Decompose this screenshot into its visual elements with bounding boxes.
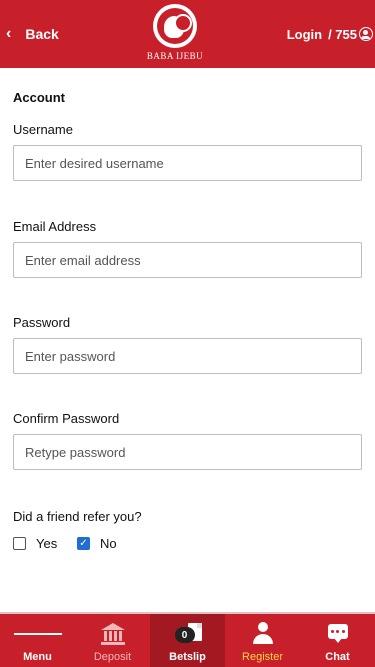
- chevron-left-icon: ‹: [6, 25, 12, 42]
- section-title: Account: [13, 90, 65, 105]
- email-label: Email Address: [13, 219, 97, 234]
- nav-menu-label: Menu: [23, 651, 52, 663]
- betslip-icon: 0: [171, 621, 205, 647]
- logo-text: BABA IJEBU: [146, 51, 204, 61]
- menu-icon: [13, 621, 62, 647]
- password-input[interactable]: [13, 338, 362, 374]
- nav-menu[interactable]: Menu: [0, 614, 75, 667]
- confirm-password-input[interactable]: [13, 434, 362, 470]
- betslip-count-badge: 0: [174, 627, 195, 643]
- back-label: Back: [25, 26, 59, 42]
- nav-betslip[interactable]: 0 Betslip: [150, 614, 225, 667]
- referral-option-no[interactable]: ✓ No: [77, 536, 117, 551]
- nav-chat-label: Chat: [325, 651, 350, 663]
- top-header: ‹ Back BABA IJEBU Login / 755: [0, 0, 375, 68]
- logo-mark-icon: [157, 8, 193, 44]
- nav-register[interactable]: Register: [225, 614, 300, 667]
- login-area: Login / 755: [287, 24, 373, 44]
- nav-deposit-label: Deposit: [93, 651, 132, 663]
- nav-chat[interactable]: Chat: [300, 614, 375, 667]
- password-label: Password: [13, 315, 71, 330]
- no-label: No: [100, 536, 117, 551]
- nav-betslip-label: Betslip: [169, 651, 206, 663]
- login-link[interactable]: Login: [287, 27, 322, 42]
- no-checkbox[interactable]: ✓: [77, 537, 90, 550]
- nav-deposit[interactable]: Deposit: [75, 614, 150, 667]
- chat-icon: [327, 624, 348, 644]
- bottom-nav: Menu Deposit 0 Betslip Register Chat: [0, 612, 375, 667]
- referral-option-yes[interactable]: Yes: [13, 536, 57, 551]
- yes-label: Yes: [36, 536, 58, 551]
- referral-question: Did a friend refer you?: [13, 509, 142, 524]
- bank-icon: [100, 623, 125, 645]
- logo-emblem: [153, 4, 197, 48]
- nav-register-label: Register: [242, 651, 283, 663]
- brand-logo[interactable]: BABA IJEBU: [142, 4, 208, 66]
- yes-checkbox[interactable]: [13, 537, 26, 550]
- confirm-password-label: Confirm Password: [13, 411, 120, 426]
- username-input[interactable]: [13, 145, 362, 181]
- back-button[interactable]: ‹ Back: [0, 24, 59, 44]
- email-input[interactable]: [13, 242, 362, 278]
- user-icon: [252, 622, 274, 646]
- username-label: Username: [13, 122, 73, 137]
- user-icon[interactable]: [359, 27, 373, 41]
- login-separator-value: / 755: [328, 26, 357, 42]
